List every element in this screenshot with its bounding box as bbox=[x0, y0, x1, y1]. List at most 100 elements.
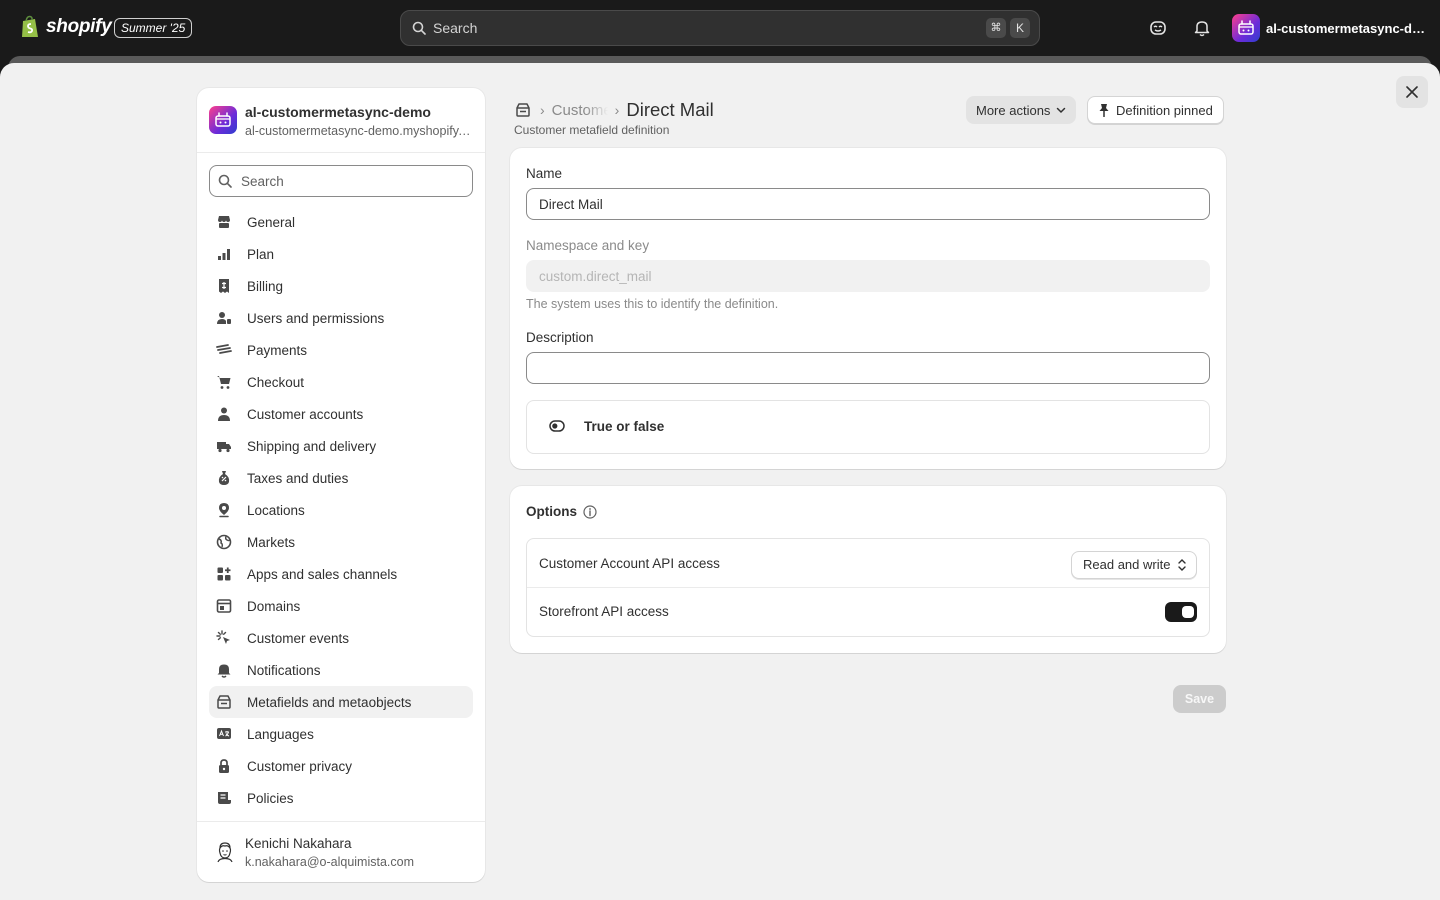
language-icon bbox=[215, 725, 233, 743]
tax-icon bbox=[215, 469, 233, 487]
user-name: Kenichi Nakahara bbox=[245, 836, 352, 851]
plan-icon bbox=[215, 245, 233, 263]
sidebar-item-label: Notifications bbox=[247, 662, 321, 678]
page-subtitle: Customer metafield definition bbox=[514, 123, 670, 137]
breadcrumb-parent-link[interactable]: Customers bbox=[552, 102, 608, 119]
apps-icon bbox=[215, 565, 233, 583]
close-icon bbox=[1406, 86, 1418, 98]
sidebar-item-customer-accounts[interactable]: Customer accounts bbox=[209, 398, 473, 430]
global-search[interactable]: ⌘ K bbox=[400, 10, 1040, 46]
lock-icon bbox=[215, 757, 233, 775]
settings-search-input[interactable] bbox=[241, 172, 461, 190]
sidebar-item-label: Languages bbox=[247, 726, 314, 742]
sidebar-item-label: Payments bbox=[247, 342, 308, 358]
more-actions-label: More actions bbox=[976, 102, 1051, 118]
sidebar-item-locations[interactable]: Locations bbox=[209, 494, 473, 526]
globe-icon bbox=[215, 533, 233, 551]
shopify-logo[interactable]: shopify bbox=[20, 15, 112, 39]
sidebar-item-label: Customer events bbox=[247, 630, 350, 646]
toggle-knob bbox=[1182, 606, 1194, 618]
type-selector[interactable]: True or false bbox=[526, 400, 1210, 454]
sidebar-item-languages[interactable]: Languages bbox=[209, 718, 473, 750]
bell-icon bbox=[215, 661, 233, 679]
metafields-icon[interactable] bbox=[514, 102, 532, 118]
sidebar-item-markets[interactable]: Markets bbox=[209, 526, 473, 558]
close-button[interactable] bbox=[1396, 76, 1428, 108]
namespace-label: Namespace and key bbox=[526, 238, 650, 253]
store-logo-icon bbox=[1238, 20, 1254, 35]
shortcut-cmd-key: ⌘ bbox=[986, 18, 1006, 38]
shortcut-k-key: K bbox=[1010, 18, 1030, 38]
notifications-button[interactable] bbox=[1190, 16, 1214, 40]
toggle-icon bbox=[549, 420, 565, 432]
save-button[interactable]: Save bbox=[1173, 685, 1226, 713]
sidebar-item-users[interactable]: Users and permissions bbox=[209, 302, 473, 334]
sidebar-item-label: Customer privacy bbox=[247, 758, 353, 774]
sidekick-button[interactable] bbox=[1146, 16, 1170, 40]
storefront-api-toggle[interactable] bbox=[1165, 602, 1197, 622]
customer-account-api-row: Customer Account API access Read and wri… bbox=[527, 539, 1209, 588]
users-icon bbox=[215, 309, 233, 327]
storefront-api-row: Storefront API access bbox=[527, 589, 1209, 636]
location-icon bbox=[215, 501, 233, 519]
description-field[interactable] bbox=[526, 352, 1210, 384]
sidebar-store-header[interactable]: al-customermetasync-demo al-customermeta… bbox=[197, 88, 485, 153]
store-switcher[interactable]: al-customermetasync-de... bbox=[1232, 14, 1426, 42]
cursor-icon bbox=[215, 629, 233, 647]
settings-nav: General Plan Billing Users and permissio… bbox=[209, 206, 473, 814]
sidebar-item-checkout[interactable]: Checkout bbox=[209, 366, 473, 398]
sidebar-item-shipping[interactable]: Shipping and delivery bbox=[209, 430, 473, 462]
global-search-input[interactable] bbox=[433, 18, 973, 38]
sidebar-item-label: Shipping and delivery bbox=[247, 438, 377, 454]
sidebar-item-domains[interactable]: Domains bbox=[209, 590, 473, 622]
sidebar-item-label: General bbox=[247, 214, 296, 230]
sidebar-item-apps[interactable]: Apps and sales channels bbox=[209, 558, 473, 590]
user-email: k.nakahara@o-alquimista.com bbox=[245, 855, 415, 869]
options-list: Customer Account API access Read and wri… bbox=[526, 538, 1210, 637]
customer-account-api-label: Customer Account API access bbox=[539, 556, 720, 571]
chevron-right-icon: › bbox=[614, 102, 620, 118]
options-card: Options Customer Account API access Read… bbox=[510, 486, 1226, 653]
chevron-right-icon: › bbox=[540, 102, 545, 118]
name-field[interactable] bbox=[526, 188, 1210, 220]
store-avatar bbox=[1232, 14, 1260, 42]
definition-pinned-label: Definition pinned bbox=[1116, 102, 1213, 118]
more-actions-button[interactable]: More actions bbox=[966, 96, 1077, 124]
bell-icon bbox=[1194, 21, 1210, 37]
sidebar-item-label: Customer accounts bbox=[247, 406, 364, 422]
sidebar-user-profile[interactable]: Kenichi Nakahara k.nakahara@o-alquimista… bbox=[197, 821, 485, 882]
top-bar: shopify Summer '25 ⌘ K bbox=[0, 0, 1440, 56]
sidebar-item-label: Domains bbox=[247, 598, 301, 614]
page-title: Direct Mail bbox=[626, 99, 714, 120]
sidebar-item-billing[interactable]: Billing bbox=[209, 270, 473, 302]
options-heading: Options bbox=[526, 504, 597, 519]
sidebar-item-plan[interactable]: Plan bbox=[209, 238, 473, 270]
store-logo-icon bbox=[215, 112, 231, 127]
sidebar-item-customer-events[interactable]: Customer events bbox=[209, 622, 473, 654]
sidebar-item-label: Markets bbox=[247, 534, 296, 550]
cart-icon bbox=[215, 373, 233, 391]
settings-modal: al-customermetasync-demo al-customermeta… bbox=[0, 63, 1440, 900]
payments-icon bbox=[215, 341, 233, 359]
sidebar-item-notifications[interactable]: Notifications bbox=[209, 654, 473, 686]
policy-icon bbox=[215, 789, 233, 807]
sidebar-store-name: al-customermetasync-demo bbox=[245, 104, 431, 120]
edition-badge[interactable]: Summer '25 bbox=[114, 18, 193, 38]
sidebar-item-label: Metafields and metaobjects bbox=[247, 694, 412, 710]
sidebar-item-taxes[interactable]: Taxes and duties bbox=[209, 462, 473, 494]
namespace-help-text: The system uses this to identify the def… bbox=[526, 297, 779, 311]
sidebar-item-general[interactable]: General bbox=[209, 206, 473, 238]
metafields-icon bbox=[215, 693, 233, 711]
sidebar-item-customer-privacy[interactable]: Customer privacy bbox=[209, 750, 473, 782]
storefront-api-label: Storefront API access bbox=[539, 604, 669, 619]
name-label: Name bbox=[526, 166, 563, 181]
sidebar-item-payments[interactable]: Payments bbox=[209, 334, 473, 366]
sidebar-item-label: Checkout bbox=[247, 374, 305, 390]
sidebar-item-policies[interactable]: Policies bbox=[209, 782, 473, 814]
definition-pinned-button[interactable]: Definition pinned bbox=[1087, 96, 1224, 124]
customer-account-api-select[interactable]: Read and write bbox=[1071, 551, 1197, 579]
select-arrows-icon bbox=[1178, 559, 1186, 571]
settings-search[interactable] bbox=[209, 165, 473, 197]
sidebar-item-metafields[interactable]: Metafields and metaobjects bbox=[209, 686, 473, 718]
info-icon[interactable] bbox=[583, 504, 597, 519]
